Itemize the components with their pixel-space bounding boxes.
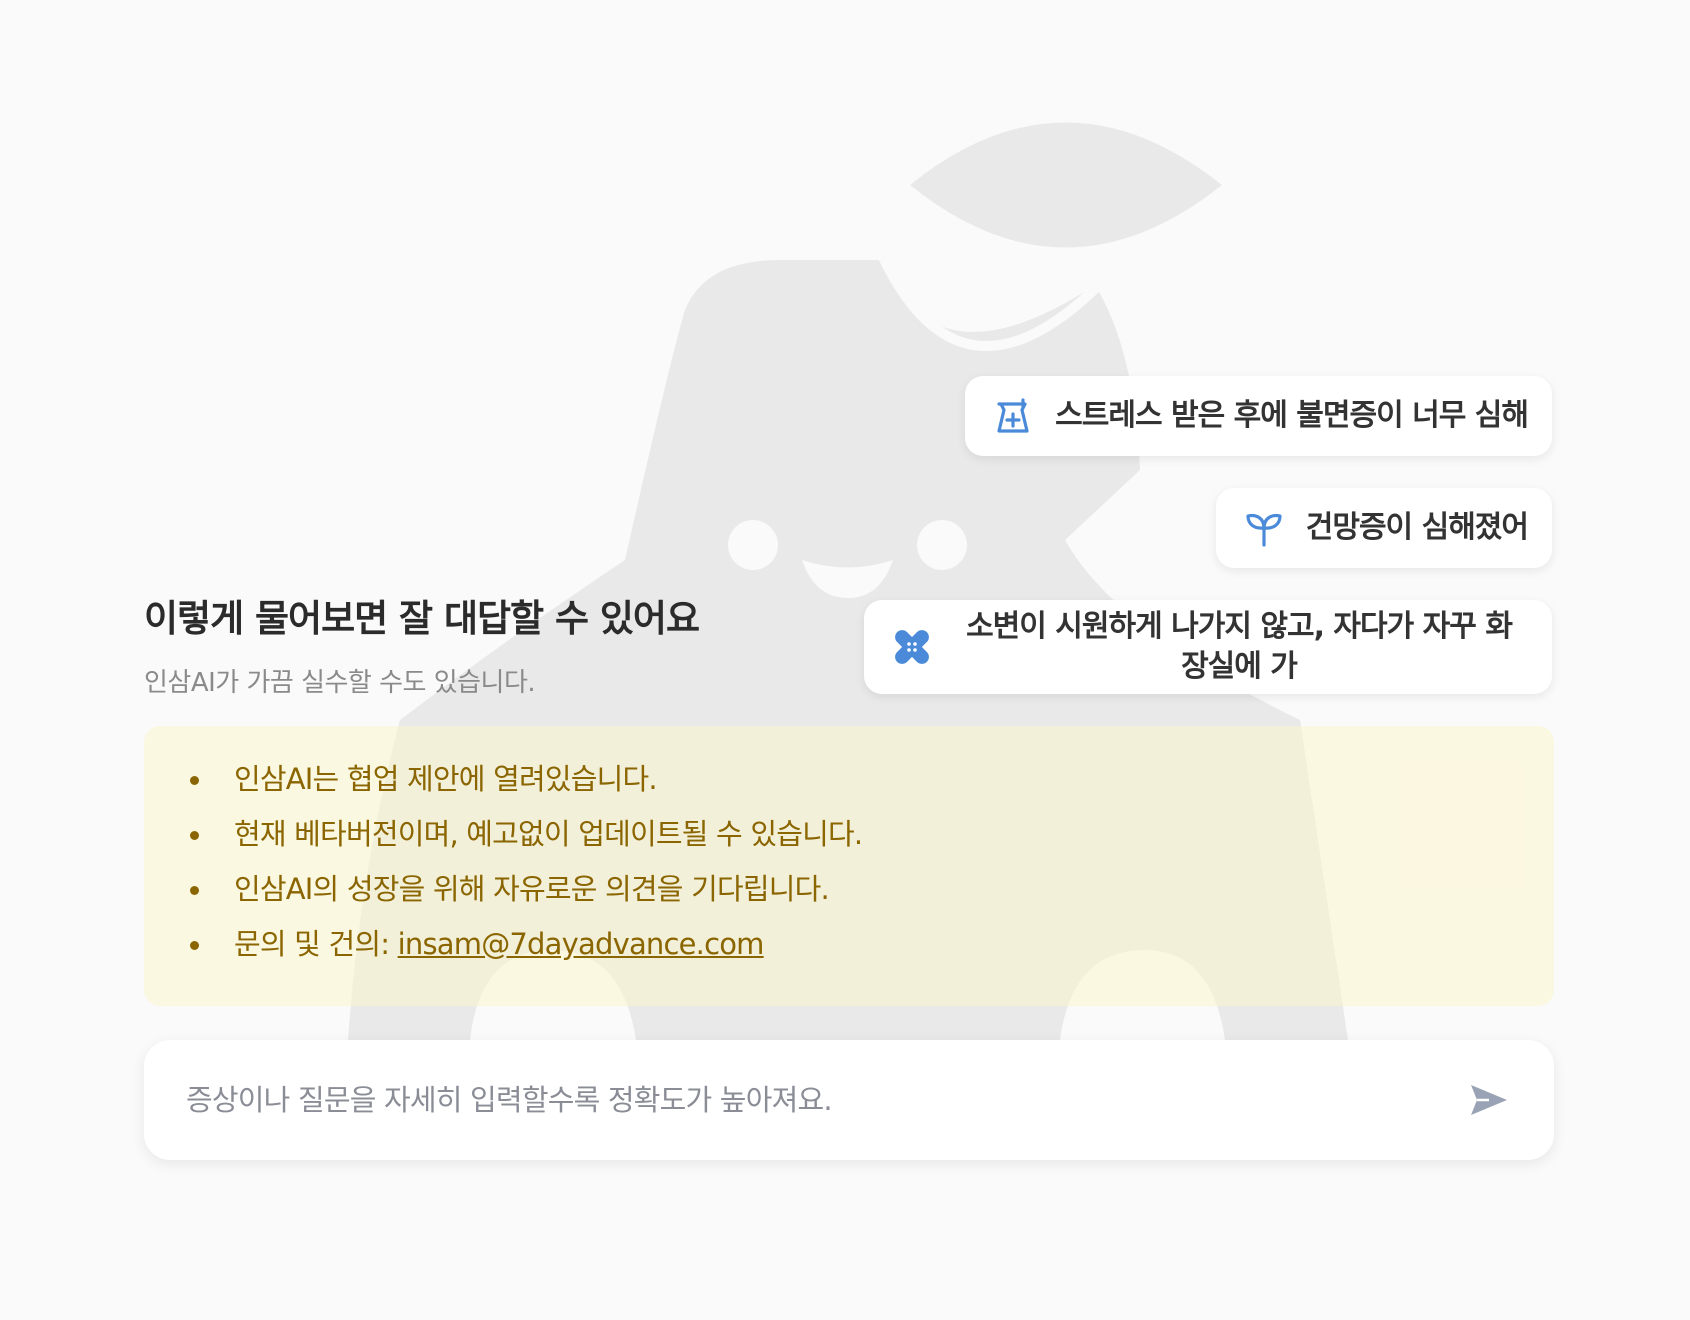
notice-box: 인삼AI는 협업 제안에 열려있습니다. 현재 베타버전이며, 예고없이 업데이… bbox=[144, 726, 1554, 1006]
notice-item-contact: 문의 및 건의: insam@7dayadvance.com bbox=[184, 917, 1554, 972]
notice-list: 인삼AI는 협업 제안에 열려있습니다. 현재 베타버전이며, 예고없이 업데이… bbox=[184, 752, 1554, 972]
intro-section: 이렇게 물어보면 잘 대답할 수 있어요 인삼AI가 가끔 실수할 수도 있습니… bbox=[144, 588, 700, 699]
intro-title: 이렇게 물어보면 잘 대답할 수 있어요 bbox=[144, 597, 700, 640]
suggestion-label: 스트레스 받은 후에 불면증이 너무 심해 bbox=[1055, 398, 1529, 433]
medicine-jar-icon bbox=[991, 394, 1035, 438]
chat-home-page: 이렇게 물어보면 잘 대답할 수 있어요 인삼AI가 가끔 실수할 수도 있습니… bbox=[0, 0, 1690, 1320]
mascot-right-eye bbox=[917, 520, 967, 570]
sprout-icon bbox=[1242, 506, 1286, 550]
notice-item: 인삼AI의 성장을 위해 자유로운 의견을 기다립니다. bbox=[184, 862, 1554, 917]
suggestion-label: 건망증이 심해졌어 bbox=[1305, 510, 1529, 545]
chat-input-bar bbox=[144, 1040, 1554, 1160]
intro-subtitle: 인삼AI가 가끔 실수할 수도 있습니다. bbox=[144, 668, 536, 698]
mascot-leaf bbox=[910, 122, 1222, 248]
suggestion-chip-urination[interactable]: 소변이 시원하게 나가지 않고, 자다가 자꾸 화장실에 가 bbox=[864, 600, 1552, 694]
mascot-left-eye bbox=[728, 520, 778, 570]
contact-label: 문의 및 건의: bbox=[234, 927, 398, 961]
chat-input[interactable] bbox=[184, 1082, 1464, 1118]
suggestion-chip-forgetfulness[interactable]: 건망증이 심해졌어 bbox=[1215, 488, 1552, 568]
send-button[interactable] bbox=[1464, 1075, 1514, 1125]
suggestion-chip-insomnia[interactable]: 스트레스 받은 후에 불면증이 너무 심해 bbox=[965, 376, 1552, 456]
contact-email-link[interactable]: insam@7dayadvance.com bbox=[398, 927, 765, 961]
notice-item: 인삼AI는 협업 제안에 열려있습니다. bbox=[184, 752, 1554, 807]
bandage-icon bbox=[890, 625, 934, 669]
notice-item: 현재 베타버전이며, 예고없이 업데이트될 수 있습니다. bbox=[184, 807, 1554, 862]
suggestion-label: 소변이 시원하게 나가지 않고, 자다가 자꾸 화장실에 가 bbox=[966, 609, 1513, 684]
send-icon bbox=[1471, 1085, 1507, 1115]
